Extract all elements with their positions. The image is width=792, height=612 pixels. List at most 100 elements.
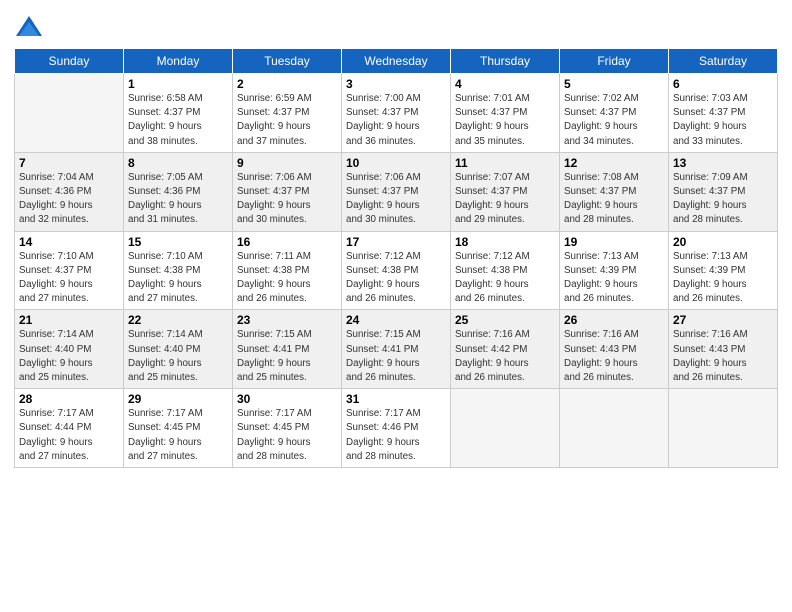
calendar-cell: 20Sunrise: 7:13 AMSunset: 4:39 PMDayligh…	[669, 231, 778, 310]
calendar-cell: 18Sunrise: 7:12 AMSunset: 4:38 PMDayligh…	[451, 231, 560, 310]
day-number: 1	[128, 77, 228, 91]
day-info: Sunrise: 7:04 AMSunset: 4:36 PMDaylight:…	[19, 171, 119, 228]
calendar-cell: 30Sunrise: 7:17 AMSunset: 4:45 PMDayligh…	[233, 389, 342, 468]
day-info: Sunrise: 7:17 AMSunset: 4:46 PMDaylight:…	[346, 407, 446, 464]
col-header-tuesday: Tuesday	[233, 49, 342, 74]
day-number: 6	[673, 77, 773, 91]
calendar-cell: 27Sunrise: 7:16 AMSunset: 4:43 PMDayligh…	[669, 310, 778, 389]
calendar-cell: 29Sunrise: 7:17 AMSunset: 4:45 PMDayligh…	[124, 389, 233, 468]
calendar-cell: 4Sunrise: 7:01 AMSunset: 4:37 PMDaylight…	[451, 74, 560, 153]
calendar-cell: 14Sunrise: 7:10 AMSunset: 4:37 PMDayligh…	[15, 231, 124, 310]
calendar-cell: 26Sunrise: 7:16 AMSunset: 4:43 PMDayligh…	[560, 310, 669, 389]
day-info: Sunrise: 7:12 AMSunset: 4:38 PMDaylight:…	[455, 250, 555, 307]
day-number: 10	[346, 156, 446, 170]
calendar-cell: 25Sunrise: 7:16 AMSunset: 4:42 PMDayligh…	[451, 310, 560, 389]
calendar-cell: 10Sunrise: 7:06 AMSunset: 4:37 PMDayligh…	[342, 152, 451, 231]
calendar-cell: 22Sunrise: 7:14 AMSunset: 4:40 PMDayligh…	[124, 310, 233, 389]
day-info: Sunrise: 7:09 AMSunset: 4:37 PMDaylight:…	[673, 171, 773, 228]
calendar-cell: 16Sunrise: 7:11 AMSunset: 4:38 PMDayligh…	[233, 231, 342, 310]
day-number: 23	[237, 313, 337, 327]
calendar-cell: 7Sunrise: 7:04 AMSunset: 4:36 PMDaylight…	[15, 152, 124, 231]
calendar-cell	[451, 389, 560, 468]
day-number: 17	[346, 235, 446, 249]
calendar-cell: 11Sunrise: 7:07 AMSunset: 4:37 PMDayligh…	[451, 152, 560, 231]
day-info: Sunrise: 7:03 AMSunset: 4:37 PMDaylight:…	[673, 92, 773, 149]
day-number: 25	[455, 313, 555, 327]
day-number: 16	[237, 235, 337, 249]
day-info: Sunrise: 7:17 AMSunset: 4:45 PMDaylight:…	[128, 407, 228, 464]
calendar-cell: 28Sunrise: 7:17 AMSunset: 4:44 PMDayligh…	[15, 389, 124, 468]
day-info: Sunrise: 7:02 AMSunset: 4:37 PMDaylight:…	[564, 92, 664, 149]
day-info: Sunrise: 7:10 AMSunset: 4:37 PMDaylight:…	[19, 250, 119, 307]
day-number: 5	[564, 77, 664, 91]
calendar-cell: 15Sunrise: 7:10 AMSunset: 4:38 PMDayligh…	[124, 231, 233, 310]
calendar-cell: 1Sunrise: 6:58 AMSunset: 4:37 PMDaylight…	[124, 74, 233, 153]
day-info: Sunrise: 7:11 AMSunset: 4:38 PMDaylight:…	[237, 250, 337, 307]
day-info: Sunrise: 7:05 AMSunset: 4:36 PMDaylight:…	[128, 171, 228, 228]
calendar-cell	[560, 389, 669, 468]
calendar-cell: 19Sunrise: 7:13 AMSunset: 4:39 PMDayligh…	[560, 231, 669, 310]
day-number: 4	[455, 77, 555, 91]
day-info: Sunrise: 7:15 AMSunset: 4:41 PMDaylight:…	[346, 328, 446, 385]
day-number: 19	[564, 235, 664, 249]
calendar-cell: 12Sunrise: 7:08 AMSunset: 4:37 PMDayligh…	[560, 152, 669, 231]
day-number: 31	[346, 392, 446, 406]
day-number: 27	[673, 313, 773, 327]
header-row	[14, 10, 778, 42]
day-info: Sunrise: 7:17 AMSunset: 4:44 PMDaylight:…	[19, 407, 119, 464]
day-number: 8	[128, 156, 228, 170]
calendar-cell: 17Sunrise: 7:12 AMSunset: 4:38 PMDayligh…	[342, 231, 451, 310]
day-info: Sunrise: 7:14 AMSunset: 4:40 PMDaylight:…	[128, 328, 228, 385]
day-info: Sunrise: 7:10 AMSunset: 4:38 PMDaylight:…	[128, 250, 228, 307]
day-info: Sunrise: 6:58 AMSunset: 4:37 PMDaylight:…	[128, 92, 228, 149]
day-number: 30	[237, 392, 337, 406]
calendar-cell: 24Sunrise: 7:15 AMSunset: 4:41 PMDayligh…	[342, 310, 451, 389]
day-info: Sunrise: 7:06 AMSunset: 4:37 PMDaylight:…	[237, 171, 337, 228]
calendar-cell	[15, 74, 124, 153]
col-header-monday: Monday	[124, 49, 233, 74]
day-info: Sunrise: 7:13 AMSunset: 4:39 PMDaylight:…	[673, 250, 773, 307]
day-info: Sunrise: 6:59 AMSunset: 4:37 PMDaylight:…	[237, 92, 337, 149]
day-info: Sunrise: 7:12 AMSunset: 4:38 PMDaylight:…	[346, 250, 446, 307]
col-header-sunday: Sunday	[15, 49, 124, 74]
day-info: Sunrise: 7:07 AMSunset: 4:37 PMDaylight:…	[455, 171, 555, 228]
day-number: 7	[19, 156, 119, 170]
col-header-wednesday: Wednesday	[342, 49, 451, 74]
calendar-cell: 2Sunrise: 6:59 AMSunset: 4:37 PMDaylight…	[233, 74, 342, 153]
day-info: Sunrise: 7:17 AMSunset: 4:45 PMDaylight:…	[237, 407, 337, 464]
day-number: 15	[128, 235, 228, 249]
day-number: 22	[128, 313, 228, 327]
day-number: 11	[455, 156, 555, 170]
day-number: 2	[237, 77, 337, 91]
calendar-cell: 21Sunrise: 7:14 AMSunset: 4:40 PMDayligh…	[15, 310, 124, 389]
day-number: 21	[19, 313, 119, 327]
page-container: SundayMondayTuesdayWednesdayThursdayFrid…	[0, 0, 792, 612]
calendar-table: SundayMondayTuesdayWednesdayThursdayFrid…	[14, 48, 778, 468]
day-number: 12	[564, 156, 664, 170]
day-number: 13	[673, 156, 773, 170]
col-header-saturday: Saturday	[669, 49, 778, 74]
logo	[14, 14, 46, 42]
day-number: 29	[128, 392, 228, 406]
calendar-cell: 23Sunrise: 7:15 AMSunset: 4:41 PMDayligh…	[233, 310, 342, 389]
day-number: 14	[19, 235, 119, 249]
day-number: 26	[564, 313, 664, 327]
day-info: Sunrise: 7:08 AMSunset: 4:37 PMDaylight:…	[564, 171, 664, 228]
day-info: Sunrise: 7:01 AMSunset: 4:37 PMDaylight:…	[455, 92, 555, 149]
day-info: Sunrise: 7:16 AMSunset: 4:43 PMDaylight:…	[564, 328, 664, 385]
calendar-cell: 31Sunrise: 7:17 AMSunset: 4:46 PMDayligh…	[342, 389, 451, 468]
calendar-cell: 3Sunrise: 7:00 AMSunset: 4:37 PMDaylight…	[342, 74, 451, 153]
day-number: 20	[673, 235, 773, 249]
calendar-cell	[669, 389, 778, 468]
day-number: 28	[19, 392, 119, 406]
calendar-cell: 6Sunrise: 7:03 AMSunset: 4:37 PMDaylight…	[669, 74, 778, 153]
day-number: 3	[346, 77, 446, 91]
day-info: Sunrise: 7:16 AMSunset: 4:42 PMDaylight:…	[455, 328, 555, 385]
calendar-cell: 9Sunrise: 7:06 AMSunset: 4:37 PMDaylight…	[233, 152, 342, 231]
calendar-cell: 13Sunrise: 7:09 AMSunset: 4:37 PMDayligh…	[669, 152, 778, 231]
day-info: Sunrise: 7:00 AMSunset: 4:37 PMDaylight:…	[346, 92, 446, 149]
calendar-cell: 8Sunrise: 7:05 AMSunset: 4:36 PMDaylight…	[124, 152, 233, 231]
day-number: 9	[237, 156, 337, 170]
col-header-friday: Friday	[560, 49, 669, 74]
logo-icon	[14, 14, 44, 42]
